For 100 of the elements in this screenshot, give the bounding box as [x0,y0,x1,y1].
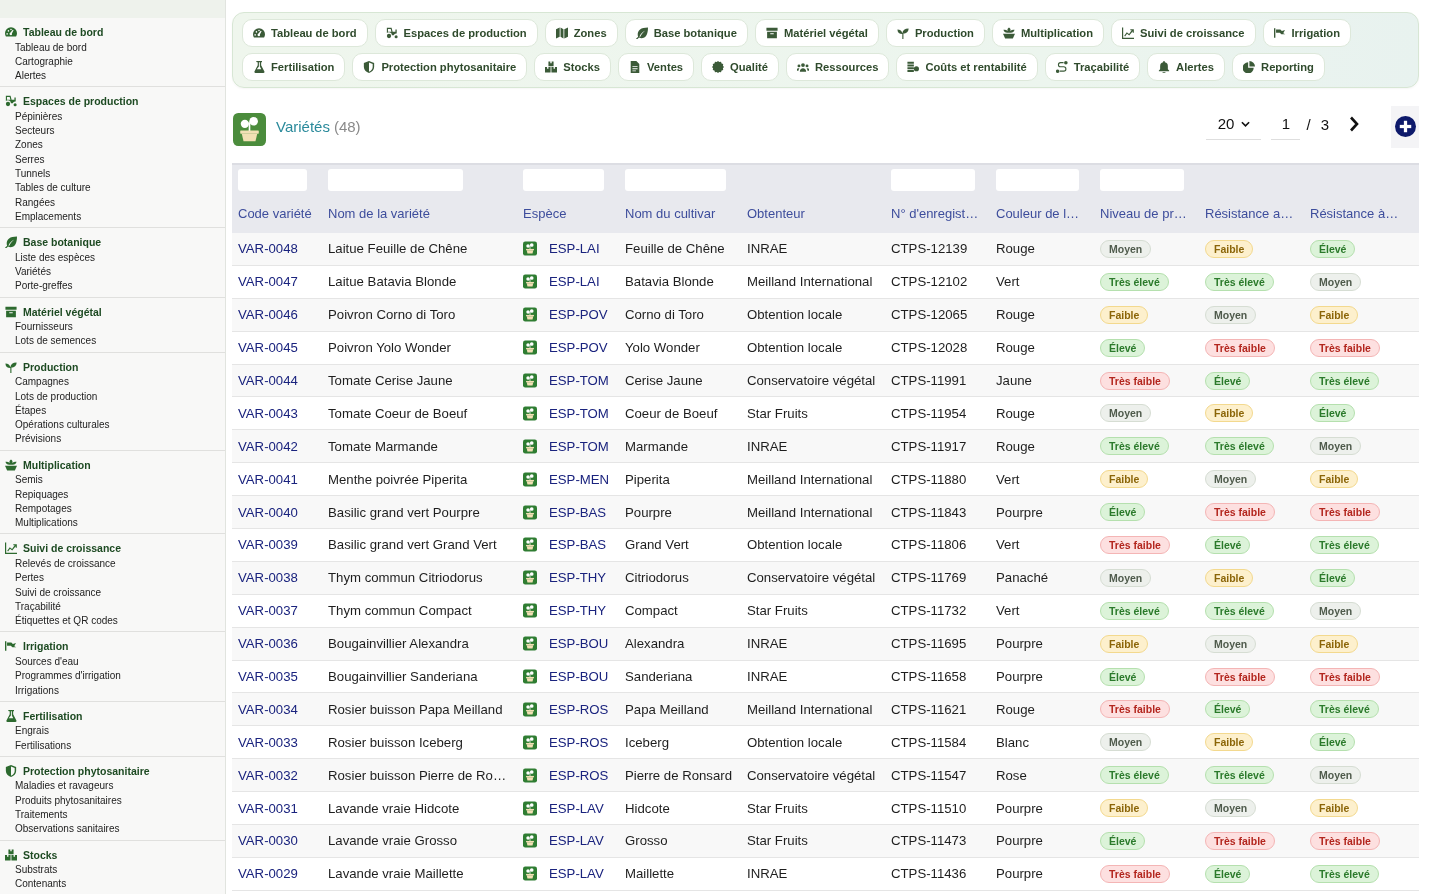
variety-code-link[interactable]: VAR-0037 [238,603,298,619]
species-code-link[interactable]: ESP-LAV [549,866,604,882]
module-button[interactable]: Irrigation [1262,19,1351,47]
species-code-link[interactable]: ESP-MEN [549,471,610,487]
variety-code-link[interactable]: VAR-0029 [238,866,298,882]
species-code-link[interactable]: ESP-TOM [549,373,609,388]
module-button[interactable]: Protection phytosanitaire [352,53,528,81]
module-button[interactable]: Base botanique [624,19,748,47]
sidebar-item[interactable]: Emplacements [0,209,82,225]
module-button[interactable]: Tableau de bord [242,19,368,47]
variety-code-link[interactable]: VAR-0046 [238,307,298,323]
species-code-link[interactable]: ESP-LAI [549,274,600,290]
species-code-link[interactable]: ESP-LAV [549,833,604,849]
sidebar-item[interactable]: Multiplications [0,516,78,531]
column-header[interactable]: Obtenteur [747,205,805,221]
module-button[interactable]: Qualité [701,53,779,81]
variety-code-link[interactable]: VAR-0040 [238,504,298,520]
sidebar-item[interactable]: Fournisseurs [0,320,73,335]
sidebar-item[interactable]: Serres [0,152,45,168]
variety-code-link[interactable]: VAR-0044 [238,373,298,388]
variety-code-link[interactable]: VAR-0031 [238,800,298,816]
sidebar-item[interactable]: Semis [0,473,43,488]
sidebar-item[interactable]: Lots de semences [0,334,97,349]
sidebar-item[interactable]: Irrigations [0,683,59,698]
variety-code-link[interactable]: VAR-0035 [238,669,298,684]
sidebar-item[interactable]: Variétés [0,265,51,280]
sidebar-item[interactable]: Étiquettes et QR codes [0,614,118,629]
sidebar-item[interactable]: Engrais [0,724,49,739]
species-code-link[interactable]: ESP-BOU [549,669,609,684]
sidebar-item[interactable]: Relevés de croissance [0,556,116,572]
sidebar-item[interactable]: Zones [0,138,43,153]
sidebar-item[interactable]: Repiquages [0,487,69,502]
sidebar-item[interactable]: Traitements [0,808,68,823]
variety-code-link[interactable]: VAR-0036 [238,636,298,652]
add-button[interactable] [1391,105,1419,148]
variety-code-link[interactable]: VAR-0032 [238,767,298,783]
species-code-link[interactable]: ESP-TOM [549,405,609,421]
species-code-link[interactable]: ESP-THY [549,570,607,586]
sidebar-item[interactable]: Traçabilité [0,599,61,615]
sidebar-item[interactable]: Liste des espèces [0,250,96,266]
variety-code-link[interactable]: VAR-0034 [238,701,298,717]
species-code-link[interactable]: ESP-BAS [549,504,607,520]
species-code-link[interactable]: ESP-POV [549,307,608,323]
column-header[interactable]: Couleur de l… [996,205,1080,221]
species-code-link[interactable]: ESP-ROS [549,701,609,717]
sidebar-item[interactable]: Porte-greffes [0,279,73,294]
sidebar-item[interactable]: Programmes d'irrigation [0,669,121,684]
species-code-link[interactable]: ESP-LAV [549,800,604,816]
sidebar-item[interactable]: Substrats [0,863,58,878]
species-code-link[interactable]: ESP-TOM [549,438,609,454]
module-button[interactable]: Zones [544,19,618,47]
module-button[interactable]: Reporting [1232,53,1325,81]
sidebar-item[interactable]: Cartographie [0,54,73,70]
sidebar-item[interactable]: Opérations culturales [0,418,110,433]
module-button[interactable]: Alertes [1147,53,1226,81]
sidebar-item[interactable]: Rempotages [0,501,72,517]
column-header[interactable]: N° d'enregist… [891,205,979,221]
module-button[interactable]: Coûts et rentabilité [896,53,1038,81]
species-code-link[interactable]: ESP-ROS [549,767,609,783]
variety-code-link[interactable]: VAR-0033 [238,734,298,750]
module-button[interactable]: Ressources [786,53,890,81]
species-code-link[interactable]: ESP-BOU [549,636,609,652]
module-button[interactable]: Stocks [534,53,611,81]
column-header[interactable]: Espèce [523,205,567,221]
sidebar-item[interactable]: Secteurs [0,124,55,139]
species-code-link[interactable]: ESP-LAI [549,241,600,257]
module-button[interactable]: Traçabilité [1044,53,1141,81]
column-header[interactable]: Résistance à… [1310,205,1399,221]
variety-code-link[interactable]: VAR-0042 [238,438,298,454]
sidebar-item[interactable]: Suivi de croissance [0,585,102,600]
sidebar-item[interactable]: Sources d'eau [0,654,79,670]
module-button[interactable]: Suivi de croissance [1111,19,1256,47]
sidebar-item[interactable]: Maladies et ravageurs [0,779,114,794]
module-button[interactable]: Espaces de production [374,19,538,47]
sidebar-item[interactable]: Pépinières [0,109,63,125]
variety-code-link[interactable]: VAR-0047 [238,274,298,290]
species-code-link[interactable]: ESP-ROS [549,734,609,750]
column-header[interactable]: Résistance a… [1205,205,1294,221]
sidebar-item[interactable]: Alertes [0,69,47,84]
variety-code-link[interactable]: VAR-0038 [238,570,298,586]
variety-code-link[interactable]: VAR-0030 [238,833,298,849]
sidebar-item[interactable]: Étapes [0,403,47,419]
variety-code-link[interactable]: VAR-0045 [238,340,298,356]
variety-code-link[interactable]: VAR-0041 [238,471,298,487]
sidebar-item[interactable]: Fertilisations [0,738,72,753]
sidebar-item[interactable]: Contenants [0,877,67,892]
sidebar-item[interactable]: Pertes [0,571,44,586]
sidebar-item[interactable]: Lots de production [0,389,98,404]
column-header[interactable]: Niveau de pr… [1100,205,1187,221]
species-code-link[interactable]: ESP-POV [549,340,608,356]
variety-code-link[interactable]: VAR-0043 [238,405,298,421]
page-size-select[interactable]: 20 [1206,108,1262,140]
next-page-button[interactable] [1349,116,1359,132]
module-button[interactable]: Matériel végétal [754,19,879,47]
column-header[interactable]: Nom du cultivar [625,205,716,221]
module-button[interactable]: Multiplication [991,19,1105,47]
module-button[interactable]: Ventes [618,53,695,81]
sidebar-item[interactable]: Campagnes [0,375,69,390]
sidebar-item[interactable]: Produits phytosanitaires [0,793,122,808]
page-field[interactable]: 1 [1271,108,1301,140]
